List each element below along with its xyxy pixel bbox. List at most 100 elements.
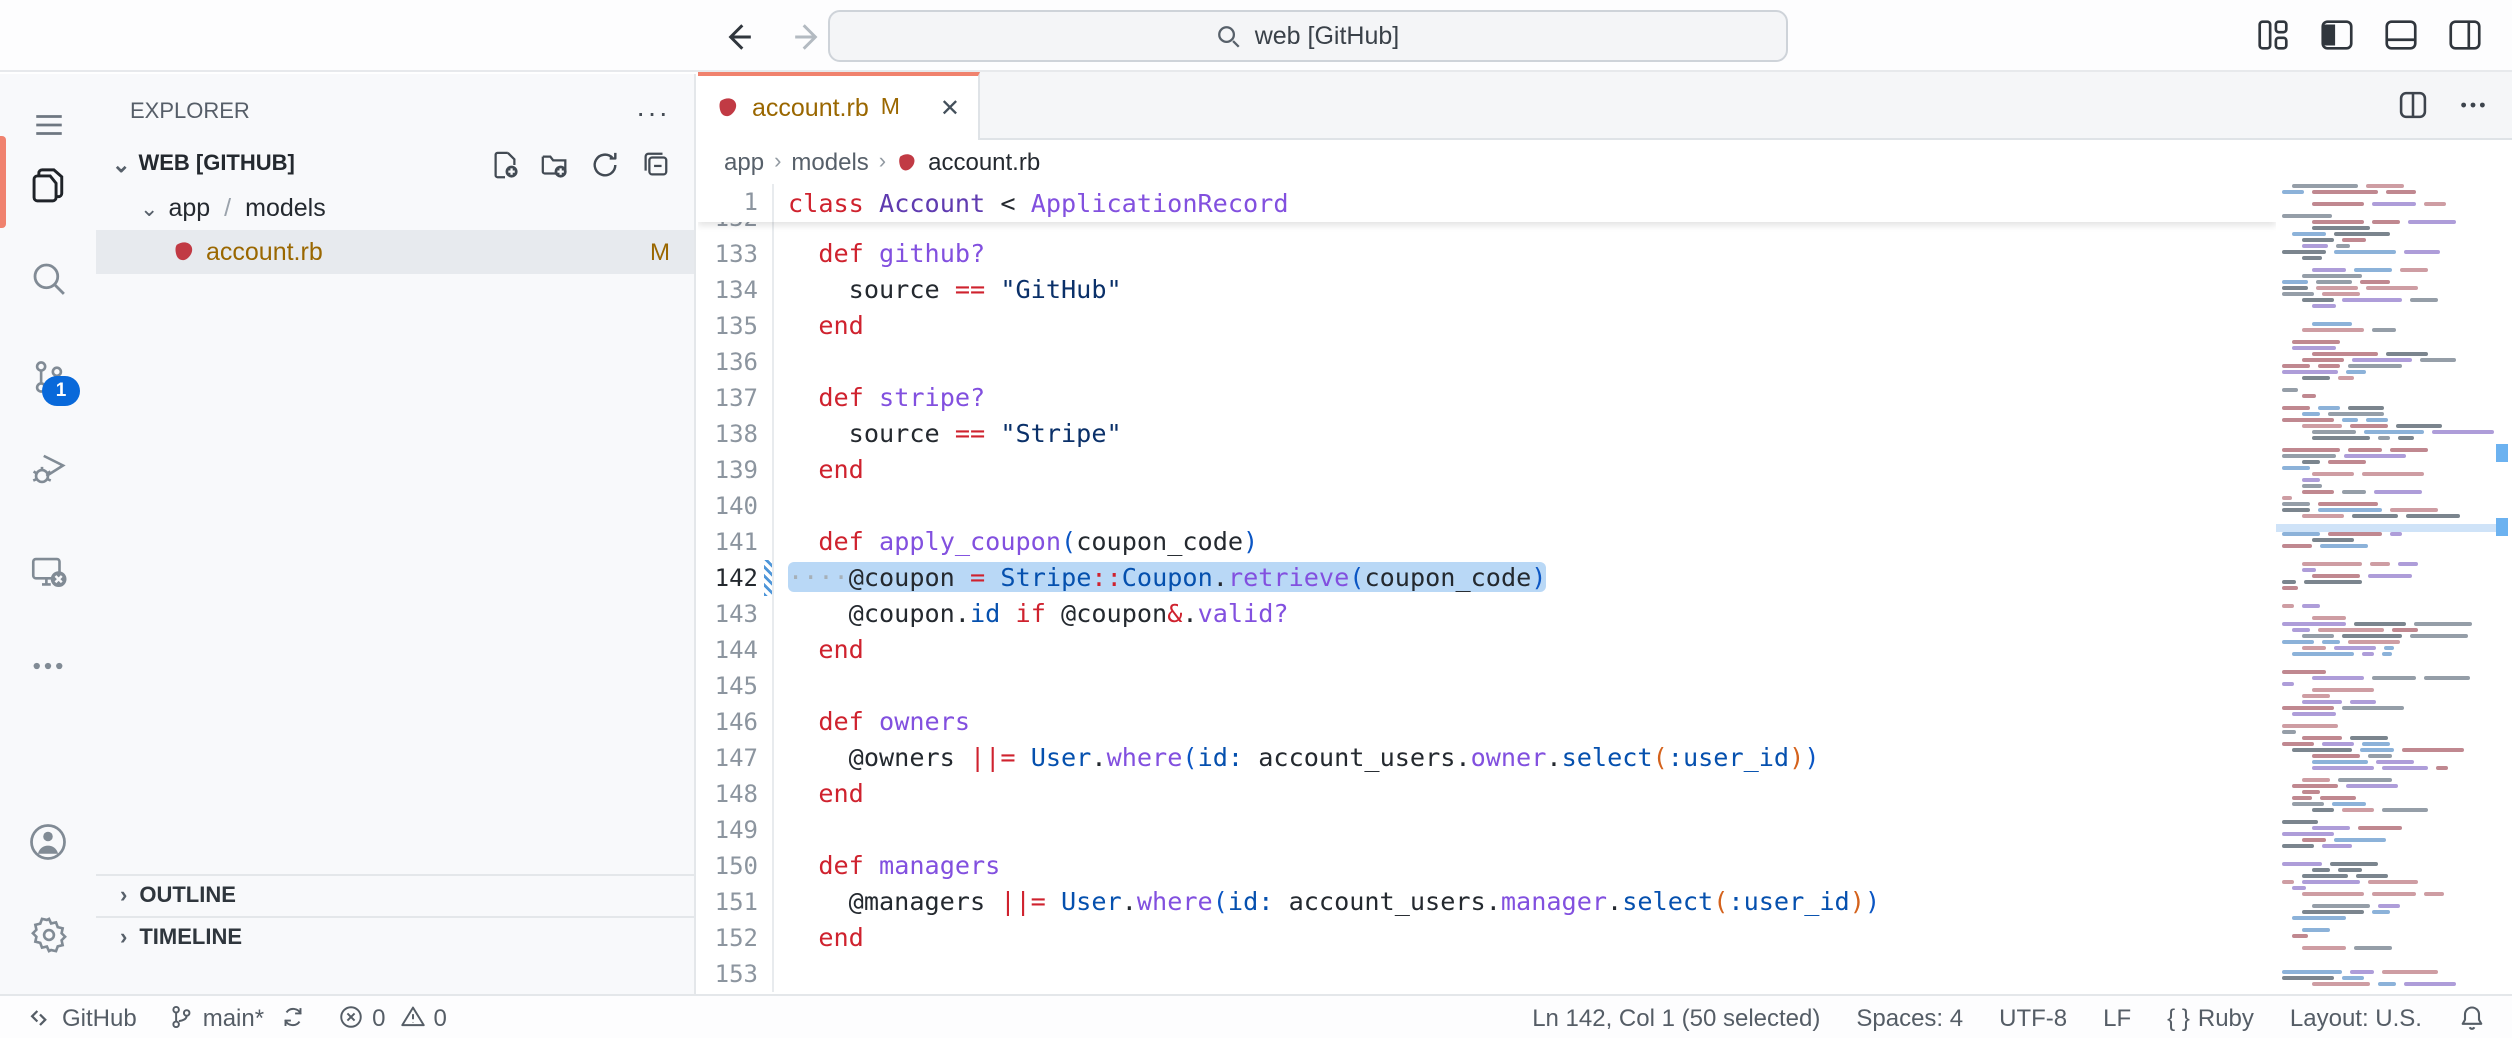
line-number[interactable]: 146 (698, 704, 772, 740)
code-line[interactable]: 137 def stripe? (698, 380, 2276, 416)
tab-close-icon[interactable]: ✕ (940, 94, 960, 122)
collapse-all-icon[interactable] (640, 149, 670, 179)
code-line[interactable]: 134 source == "GitHub" (698, 272, 2276, 308)
line-number[interactable]: 147 (698, 740, 772, 776)
run-debug-icon[interactable] (0, 434, 96, 502)
line-content[interactable]: def apply_coupon(coupon_code) (772, 524, 2276, 560)
line-content[interactable] (772, 344, 2276, 380)
customize-layout-icon[interactable] (2254, 16, 2292, 54)
code-line[interactable]: 145 (698, 668, 2276, 704)
line-content[interactable]: @coupon.id if @coupon&.valid? (772, 596, 2276, 632)
remote-explorer-icon[interactable] (0, 538, 96, 606)
code-line[interactable]: 142····@coupon = Stripe::Coupon.retrieve… (698, 560, 2276, 596)
line-content[interactable]: end (772, 632, 2276, 668)
code-line[interactable]: 140 (698, 488, 2276, 524)
breadcrumb-file[interactable]: account.rb (928, 148, 1040, 176)
git-branch-status[interactable]: main* (169, 1003, 306, 1031)
line-content[interactable]: @managers ||= User.where(id: account_use… (772, 884, 2276, 920)
keyboard-layout-status[interactable]: Layout: U.S. (2290, 1003, 2422, 1031)
code-line[interactable]: 152 end (698, 920, 2276, 956)
line-number[interactable]: 145 (698, 668, 772, 704)
line-content[interactable]: @owners ||= User.where(id: account_users… (772, 740, 2276, 776)
code-line[interactable]: 139 end (698, 452, 2276, 488)
line-number[interactable]: 137 (698, 380, 772, 416)
refresh-icon[interactable] (590, 149, 620, 179)
indentation-status[interactable]: Spaces: 4 (1856, 1003, 1963, 1031)
source-control-icon[interactable]: 1 (0, 342, 96, 410)
line-content[interactable] (772, 668, 2276, 704)
line-content[interactable]: end (772, 452, 2276, 488)
sticky-scroll-line[interactable]: 1 class Account < ApplicationRecord (698, 184, 2276, 222)
line-number[interactable]: 135 (698, 308, 772, 344)
code-line[interactable]: 148 end (698, 776, 2276, 812)
line-content[interactable]: source == "Stripe" (772, 416, 2276, 452)
line-content[interactable]: def owners (772, 704, 2276, 740)
code-line[interactable]: 141 def apply_coupon(coupon_code) (698, 524, 2276, 560)
line-content[interactable] (772, 488, 2276, 524)
line-number[interactable]: 150 (698, 848, 772, 884)
language-mode-status[interactable]: { } Ruby (2167, 1003, 2254, 1031)
toggle-secondary-sidebar-icon[interactable] (2446, 16, 2484, 54)
line-number[interactable]: 141 (698, 524, 772, 560)
code-editor[interactable]: 132133 def github?134 source == "GitHub"… (698, 184, 2276, 994)
line-content[interactable]: ····@coupon = Stripe::Coupon.retrieve(co… (772, 560, 2276, 596)
explorer-icon[interactable] (0, 152, 96, 220)
line-number[interactable]: 148 (698, 776, 772, 812)
toggle-primary-sidebar-icon[interactable] (2318, 16, 2356, 54)
code-line[interactable]: 153 (698, 956, 2276, 992)
cursor-position-status[interactable]: Ln 142, Col 1 (50 selected) (1532, 1003, 1820, 1031)
accounts-icon[interactable] (0, 808, 96, 876)
back-arrow-icon[interactable] (716, 16, 756, 56)
search-view-icon[interactable] (0, 244, 96, 312)
code-line[interactable]: 136 (698, 344, 2276, 380)
code-line[interactable]: 143 @coupon.id if @coupon&.valid? (698, 596, 2276, 632)
split-editor-icon[interactable] (2396, 88, 2430, 122)
breadcrumb-models[interactable]: models (791, 148, 868, 176)
line-number[interactable]: 139 (698, 452, 772, 488)
more-views-icon[interactable] (0, 632, 96, 700)
line-number[interactable]: 140 (698, 488, 772, 524)
problems-status[interactable]: 0 0 (338, 1003, 447, 1031)
forward-arrow-icon[interactable] (788, 16, 828, 56)
line-number[interactable]: 143 (698, 596, 772, 632)
breadcrumb-app[interactable]: app (724, 148, 764, 176)
code-line[interactable]: 149 (698, 812, 2276, 848)
toggle-panel-icon[interactable] (2382, 16, 2420, 54)
line-content[interactable]: end (772, 308, 2276, 344)
menu-icon[interactable] (0, 90, 96, 158)
outline-section[interactable]: › OUTLINE (96, 874, 694, 916)
settings-gear-icon[interactable] (0, 900, 96, 968)
tree-item-account-rb[interactable]: account.rb M (96, 230, 694, 274)
line-number[interactable]: 134 (698, 272, 772, 308)
command-center-search[interactable]: web [GitHub] (828, 10, 1788, 62)
code-line[interactable]: 150 def managers (698, 848, 2276, 884)
eol-status[interactable]: LF (2103, 1003, 2131, 1031)
new-file-icon[interactable] (490, 149, 520, 179)
line-number[interactable]: 133 (698, 236, 772, 272)
minimap[interactable] (2276, 184, 2512, 994)
timeline-section[interactable]: › TIMELINE (96, 916, 694, 958)
code-line[interactable]: 146 def owners (698, 704, 2276, 740)
code-line[interactable]: 151 @managers ||= User.where(id: account… (698, 884, 2276, 920)
remote-indicator[interactable]: GitHub (26, 1003, 137, 1031)
line-number[interactable]: 149 (698, 812, 772, 848)
notifications-bell-icon[interactable] (2458, 1003, 2486, 1031)
line-number[interactable]: 138 (698, 416, 772, 452)
line-number[interactable]: 144 (698, 632, 772, 668)
tab-account-rb[interactable]: account.rb M ✕ (698, 72, 980, 140)
code-line[interactable]: 147 @owners ||= User.where(id: account_u… (698, 740, 2276, 776)
new-folder-icon[interactable] (540, 149, 570, 179)
line-number[interactable]: 142 (698, 560, 772, 596)
code-line[interactable]: 133 def github? (698, 236, 2276, 272)
code-line[interactable]: 138 source == "Stripe" (698, 416, 2276, 452)
line-number[interactable]: 136 (698, 344, 772, 380)
line-content[interactable]: end (772, 920, 2276, 956)
line-content[interactable]: def github? (772, 236, 2276, 272)
tree-item-app-models[interactable]: ⌄ app/models (96, 186, 694, 230)
sidebar-more-actions-icon[interactable]: ··· (636, 96, 670, 128)
workspace-section-header[interactable]: ⌄ WEB [GITHUB] (96, 142, 694, 186)
code-line[interactable]: 135 end (698, 308, 2276, 344)
line-number[interactable]: 151 (698, 884, 772, 920)
editor-more-actions-icon[interactable] (2458, 90, 2488, 120)
encoding-status[interactable]: UTF-8 (1999, 1003, 2067, 1031)
